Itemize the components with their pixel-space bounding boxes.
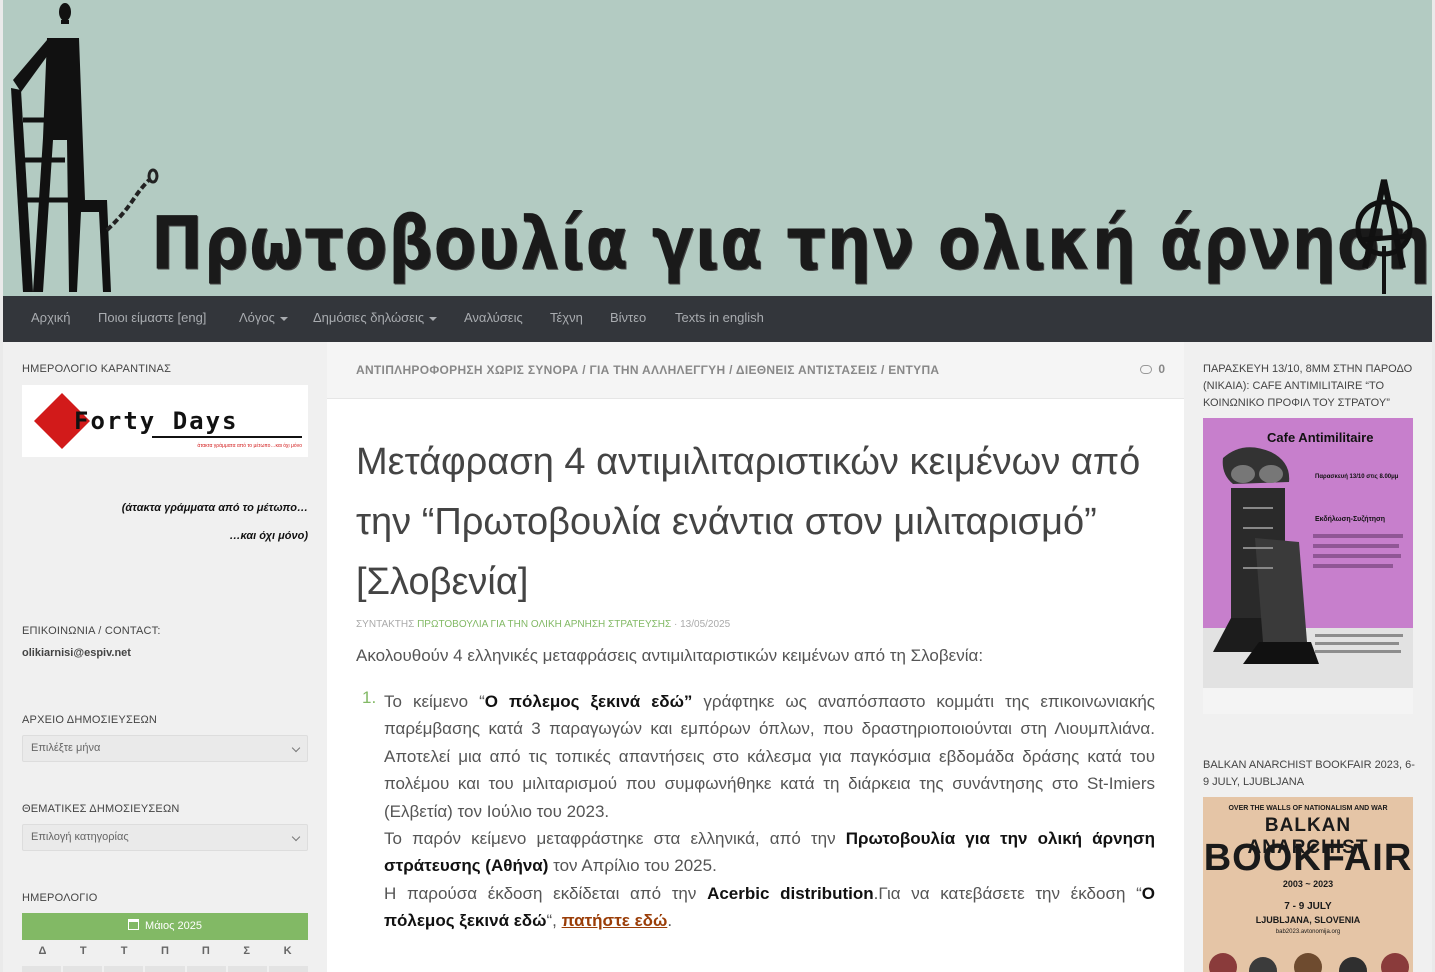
calendar-widget-title: ΗΜΕΡΟΛΟΓΙΟ [22, 892, 98, 904]
poster2-top: OVER THE WALLS OF NATIONALISM AND WAR [1228, 805, 1388, 812]
list-item-number: 1. [362, 688, 377, 707]
nav-item-home[interactable]: Αρχική [31, 296, 71, 342]
nav-item-analyses[interactable]: Αναλύσεις [464, 296, 523, 342]
poster2-line2: BOOKFAIR [1203, 837, 1413, 879]
calendar-week-row [22, 966, 308, 972]
nav-item-texts-english[interactable]: Texts in english [675, 296, 764, 342]
anarchy-a-icon [1355, 179, 1413, 294]
poster2-years: 2003 ~ 2023 [1282, 879, 1334, 889]
calendar-month: Μάιος 2025 [145, 920, 202, 932]
paragraph-2: Το παρόν κείμενο μεταφράστηκε στα ελληνι… [384, 825, 1155, 880]
calendar-day-cell [63, 966, 103, 972]
post-content: ΑΝΤΙΠΛΗΡΟΦΟΡΗΣΗ ΧΩΡΙΣ ΣΥΝΟΡΑ / ΓΙΑ ΤΗΝ Α… [327, 342, 1184, 972]
text: .Για να κατεβάσετε την έκδοση “ [873, 883, 1142, 903]
banner-title: Πρωτοβουλία για την ολική άρνηση στράτευ… [151, 200, 1432, 287]
header-banner[interactable]: Πρωτοβουλία για την ολική άρνηση στράτευ… [3, 0, 1432, 296]
poster2-place: LJUBLJANA, SLOVENIA [1255, 915, 1361, 925]
forty-days-logo-text: Forty Days [74, 407, 239, 435]
text: Η παρούσα έκδοση εκδίδεται από την [384, 883, 708, 903]
comment-count-link[interactable]: 0 [1140, 362, 1165, 376]
caret-down-icon [429, 316, 438, 321]
calendar-day-cell [145, 966, 185, 972]
calendar-day-cell [22, 966, 62, 972]
category-select[interactable]: Επιλογή κατηγορίας [22, 824, 308, 851]
select-value: Επιλογή κατηγορίας [31, 831, 129, 843]
nav-item-statements[interactable]: Δημόσιες δηλώσεις [313, 296, 438, 342]
post-byline: ΣΥΝΤΑΚΤΗΣ ΠΡΩΤΟΒΟΥΛΙΑ ΓΙΑ ΤΗΝ ΟΛΙΚΗ ΑΡΝΗ… [356, 619, 730, 630]
archive-month-select[interactable]: Επιλέξτε μήνα [22, 735, 308, 762]
contact-widget-title: ΕΠΙΚΟΙΝΩΝΙΑ / CONTACT: [22, 625, 161, 637]
byline-prefix: ΣΥΝΤΑΚΤΗΣ [356, 619, 415, 630]
post-title: Μετάφραση 4 αντιμιλιταριστικών κειμένων … [356, 441, 1141, 603]
forty-days-tagline: άτακτα γράμματα από το μέτωπο…και όχι μό… [197, 443, 302, 449]
nav-label: Δημόσιες δηλώσεις [313, 310, 425, 325]
quote-line-1: (άτακτα γράμματα από το μέτωπο… [121, 502, 308, 514]
quote-line-2: …και όχι μόνο) [229, 530, 308, 542]
calendar-icon [128, 919, 140, 930]
select-value: Επιλέξτε μήνα [31, 742, 101, 754]
nav-label: Τέχνη [550, 310, 583, 325]
author-link[interactable]: ΠΡΩΤΟΒΟΥΛΙΑ ΓΙΑ ΤΗΝ ΟΛΙΚΗ ΑΡΝΗΣΗ ΣΤΡΑΤΕΥ… [417, 619, 671, 630]
quarantine-widget-title: ΗΜΕΡΟΛΟΓΙΟ ΚΑΡΑΝΤΙΝΑΣ [22, 363, 172, 375]
text: . [667, 911, 673, 931]
chevron-down-icon [291, 743, 301, 753]
post-category-bar: ΑΝΤΙΠΛΗΡΟΦΟΡΗΣΗ ΧΩΡΙΣ ΣΥΝΟΡΑ / ΓΙΑ ΤΗΝ Α… [327, 342, 1184, 399]
nav-label: Texts in english [675, 310, 764, 325]
download-link[interactable]: πατήστε εδώ [562, 911, 668, 930]
bold-distributor: Acerbic distribution [707, 883, 874, 903]
post-categories[interactable]: ΑΝΤΙΠΛΗΡΟΦΟΡΗΣΗ ΧΩΡΙΣ ΣΥΝΟΡΑ / ΓΙΑ ΤΗΝ Α… [356, 363, 939, 377]
nav-item-video[interactable]: Βίντεο [610, 296, 646, 342]
nav-item-logos[interactable]: Λόγος [239, 296, 288, 342]
calendar-day-cell [227, 966, 267, 972]
nav-label: Βίντεο [610, 310, 647, 325]
comment-count: 0 [1158, 362, 1165, 376]
archive-widget-title: ΑΡΧΕΙΟ ΔΗΜΟΣΙΕΥΣΕΩΝ [22, 714, 158, 726]
list-item-body: Το κείμενο “Ο πόλεμος ξεκινά εδώ” γράφτη… [384, 688, 1155, 935]
nav-item-art[interactable]: Τέχνη [550, 296, 583, 342]
poster2-decoration [1209, 953, 1409, 972]
calendar-day-cell [186, 966, 226, 972]
text: τον Απρίλιο του 2025. [548, 856, 717, 876]
text: “, [546, 911, 562, 931]
nav-label: Λόγος [239, 310, 275, 325]
caret-down-icon [279, 316, 288, 321]
forty-days-banner[interactable]: Forty Days άτακτα γράμματα από το μέτωπο… [22, 385, 308, 457]
nav-label: Αρχική [31, 310, 71, 325]
post-lead: Ακολουθούν 4 ελληνικές μεταφράσεις αντιμ… [356, 646, 984, 665]
calendar-day-cell [268, 966, 308, 972]
text: Το παρόν κείμενο μεταφράστηκε στα ελληνι… [384, 829, 846, 849]
nav-label: Ποιοι είμαστε [eng] [98, 310, 207, 325]
event1-title: ΠΑΡΑΣΚΕΥΗ 13/10, 8ΜΜ ΣΤΗΝ ΠΑΡΟΔΟ (ΝΙΚΑΙΑ… [1203, 363, 1413, 409]
main-nav: Αρχική Ποιοι είμαστε [eng] Λόγος Δημόσιε… [3, 296, 1432, 342]
text: γράφτηκε ως αναπόσπαστο κομμάτι της επικ… [384, 692, 1155, 821]
nav-label: Αναλύσεις [464, 310, 523, 325]
post-date: · 13/05/2025 [674, 619, 731, 630]
calendar-day-cell [104, 966, 144, 972]
left-sidebar: ΗΜΕΡΟΛΟΓΙΟ ΚΑΡΑΝΤΙΝΑΣ Forty Days άτακτα … [3, 342, 327, 972]
balkan-bookfair-poster[interactable]: OVER THE WALLS OF NATIONALISM AND WAR BA… [1203, 797, 1413, 972]
boots-illustration [1203, 447, 1413, 714]
paragraph-1: Το κείμενο “Ο πόλεμος ξεκινά εδώ” γράφτη… [384, 688, 1155, 825]
bold-title: Ο πόλεμος ξεκινά εδώ” [484, 692, 693, 711]
comments-icon [1140, 365, 1153, 374]
contact-email[interactable]: olikiarnisi@espiv.net [22, 647, 131, 659]
chevron-down-icon [291, 832, 301, 842]
poster2-url: bab2023.avtonomija.org [1275, 929, 1341, 935]
event2-title: BALKAN ANARCHIST BOOKFAIR 2023, 6-9 JULY… [1203, 759, 1415, 788]
cafe-antimilitaire-poster[interactable]: Cafe Antimilitaire Παρασκευή 13/10 στις … [1203, 418, 1413, 714]
paragraph-3: Η παρούσα έκδοση εκδίδεται από την Acerb… [384, 880, 1155, 935]
categories-widget-title: ΘΕΜΑΤΙΚΕΣ ΔΗΜΟΣΙΕΥΣΕΩΝ [22, 803, 180, 815]
right-sidebar: ΠΑΡΑΣΚΕΥΗ 13/10, 8ΜΜ ΣΤΗΝ ΠΑΡΟΔΟ (ΝΙΚΑΙΑ… [1184, 342, 1432, 972]
poster2-dates: 7 - 9 JULY [1284, 901, 1332, 912]
nav-item-about[interactable]: Ποιοι είμαστε [eng] [98, 296, 206, 342]
text: Το κείμενο “ [384, 692, 485, 711]
calendar-header: Μάιος 2025 [22, 913, 308, 940]
